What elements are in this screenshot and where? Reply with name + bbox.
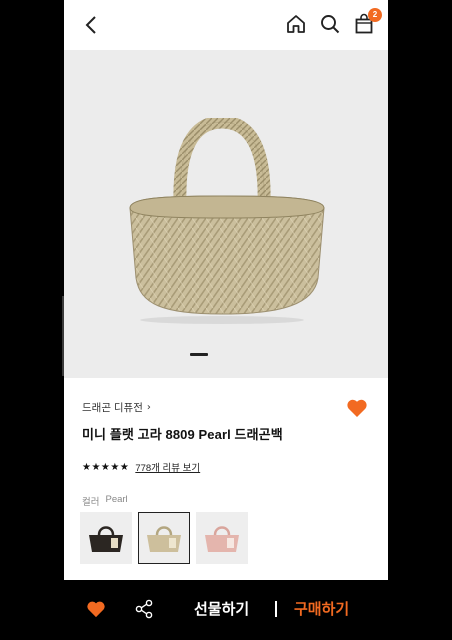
cart-count-badge: 2 <box>368 8 382 22</box>
heart-icon <box>347 399 367 417</box>
share-icon <box>135 599 153 619</box>
swatch-pearl[interactable] <box>138 512 190 564</box>
share-button[interactable] <box>134 599 154 619</box>
home-button[interactable] <box>284 12 308 36</box>
product-image-gallery[interactable] <box>64 50 388 378</box>
color-label: 컬러 <box>82 497 100 508</box>
rating-row: ★★★★★ 778개 리뷰 보기 <box>82 460 200 475</box>
chevron-left-icon <box>85 16 96 34</box>
buy-button[interactable]: 구매하기 <box>294 598 349 619</box>
chevron-right-icon: › <box>146 402 151 413</box>
bottom-wishlist-button[interactable] <box>86 600 106 618</box>
top-actions: 2 <box>284 8 382 36</box>
bag-thumbnail-pearl <box>147 526 181 552</box>
swatch-pink[interactable] <box>196 512 248 564</box>
home-icon <box>287 15 305 33</box>
swatch-black[interactable] <box>80 512 132 564</box>
product-image <box>129 118 325 324</box>
color-swatches <box>80 512 248 564</box>
wishlist-button[interactable] <box>346 398 368 418</box>
color-selection-label: 컬러 Pearl <box>82 494 128 508</box>
search-icon <box>321 15 340 34</box>
product-title: 미니 플랫 고라 8809 Pearl 드래곤백 <box>82 427 283 442</box>
top-navigation-bar: 2 <box>64 0 388 50</box>
product-screen: 2 드래곤 디퓨전 › 미니 플랫 고라 8809 Pearl 드래곤백 ★★★… <box>64 0 388 580</box>
brand-name: 드래곤 디퓨전 <box>82 402 143 414</box>
bag-thumbnail-black <box>89 526 123 552</box>
search-button[interactable] <box>318 12 342 36</box>
brand-link[interactable]: 드래곤 디퓨전 › <box>82 400 151 415</box>
divider <box>275 601 277 617</box>
bag-thumbnail-pink <box>205 526 239 552</box>
review-link[interactable]: 778개 리뷰 보기 <box>135 460 200 474</box>
bottom-action-bar: 선물하기 구매하기 <box>64 580 388 640</box>
selected-color-name: Pearl <box>105 494 128 505</box>
gift-button[interactable]: 선물하기 <box>194 598 249 619</box>
heart-icon <box>87 601 105 618</box>
rating-stars: ★★★★★ <box>82 461 130 473</box>
back-button[interactable] <box>80 13 104 37</box>
cart-button[interactable]: 2 <box>352 8 382 36</box>
gallery-page-indicator <box>190 353 208 356</box>
